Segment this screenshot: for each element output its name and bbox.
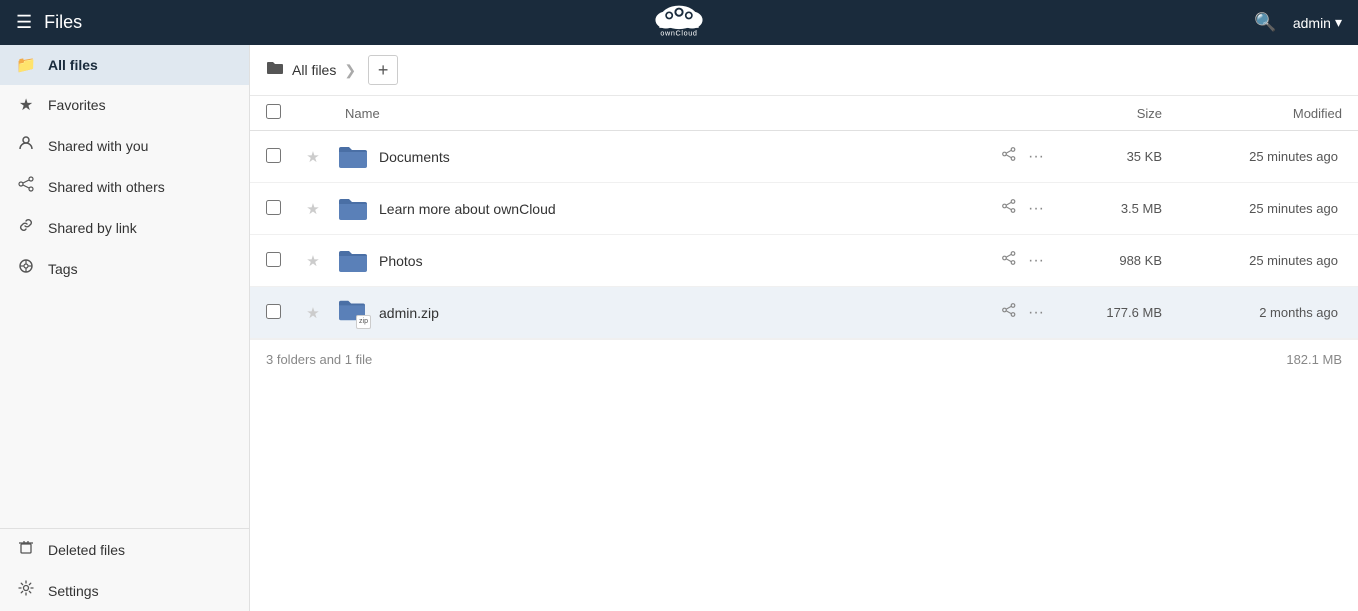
table-row: ★ Documents ··· 35 KB25 minutes ago	[250, 131, 1358, 183]
sidebar: 📁 All files ★ Favorites Shared with you	[0, 45, 250, 611]
file-name-cell: Documents	[329, 143, 958, 171]
sidebar-item-label: Shared with you	[48, 138, 148, 154]
folder-icon	[337, 143, 369, 171]
row-checkbox[interactable]	[266, 148, 281, 163]
row-checkbox[interactable]	[266, 200, 281, 215]
breadcrumb-text: All files	[292, 62, 336, 78]
file-size: 3.5 MB	[1058, 183, 1178, 235]
share-button[interactable]	[996, 299, 1022, 326]
breadcrumb-folder-icon	[266, 60, 284, 81]
footer-summary: 3 folders and 1 file	[266, 352, 372, 367]
file-modified: 25 minutes ago	[1178, 235, 1358, 287]
file-name-cell: Photos	[329, 247, 958, 275]
folder-icon	[337, 195, 369, 223]
sidebar-item-shared-by-link[interactable]: Shared by link	[0, 207, 249, 248]
sidebar-item-label: Shared with others	[48, 179, 165, 195]
file-size: 988 KB	[1058, 235, 1178, 287]
star-button[interactable]: ★	[297, 287, 329, 339]
sidebar-item-favorites[interactable]: ★ Favorites	[0, 85, 249, 125]
menu-icon[interactable]: ☰	[16, 12, 32, 33]
share-out-icon	[16, 176, 36, 197]
row-actions: ···	[958, 235, 1058, 287]
app-title: Files	[44, 12, 82, 33]
more-actions-button[interactable]: ···	[1022, 144, 1050, 170]
col-header-size: Size	[1058, 96, 1178, 131]
file-modified: 25 minutes ago	[1178, 131, 1358, 183]
share-button[interactable]	[996, 143, 1022, 170]
trash-icon	[16, 539, 36, 560]
share-button[interactable]	[996, 247, 1022, 274]
sidebar-item-label: All files	[48, 57, 98, 73]
col-header-modified: Modified	[1178, 96, 1358, 131]
user-menu[interactable]: admin ▾	[1293, 14, 1342, 31]
table-row: ★ Learn more about ownCloud ··· 3.5 MB25 …	[250, 183, 1358, 235]
row-checkbox[interactable]	[266, 304, 281, 319]
select-all-checkbox[interactable]	[266, 104, 281, 119]
share-in-icon	[16, 135, 36, 156]
more-actions-button[interactable]: ···	[1022, 196, 1050, 222]
file-name-cell: Learn more about ownCloud	[329, 195, 958, 223]
settings-icon	[16, 580, 36, 601]
folder-icon: 📁	[16, 55, 36, 75]
sidebar-item-shared-with-you[interactable]: Shared with you	[0, 125, 249, 166]
file-name-cell: zip admin.zip	[329, 297, 958, 329]
table-header-row: Name Size Modified	[250, 96, 1358, 131]
file-name-text[interactable]: Learn more about ownCloud	[379, 201, 556, 217]
row-actions: ···	[958, 131, 1058, 183]
file-table: Name Size Modified ★ Documents ···35 KB2…	[250, 96, 1358, 339]
star-button[interactable]: ★	[297, 131, 329, 183]
svg-text:ownCloud: ownCloud	[660, 29, 697, 38]
star-button[interactable]: ★	[297, 183, 329, 235]
row-checkbox[interactable]	[266, 252, 281, 267]
breadcrumb-arrow: ❯	[344, 62, 356, 79]
tag-icon	[16, 258, 36, 279]
share-button[interactable]	[996, 195, 1022, 222]
sidebar-item-settings[interactable]: Settings	[0, 570, 249, 611]
more-actions-button[interactable]: ···	[1022, 248, 1050, 274]
link-icon	[16, 217, 36, 238]
folder-icon	[337, 247, 369, 275]
file-size: 177.6 MB	[1058, 287, 1178, 339]
sidebar-item-deleted-files[interactable]: Deleted files	[0, 529, 249, 570]
file-footer: 3 folders and 1 file 182.1 MB	[250, 339, 1358, 379]
sidebar-item-label: Tags	[48, 261, 78, 277]
file-modified: 25 minutes ago	[1178, 183, 1358, 235]
sidebar-item-label: Favorites	[48, 97, 106, 113]
table-row: ★ Photos ··· 988 KB25 minutes ago	[250, 235, 1358, 287]
file-name-text[interactable]: Documents	[379, 149, 450, 165]
sidebar-item-tags[interactable]: Tags	[0, 248, 249, 289]
row-actions: ···	[958, 183, 1058, 235]
breadcrumb-bar: All files ❯ +	[250, 45, 1358, 96]
file-modified: 2 months ago	[1178, 287, 1358, 339]
zip-badge: zip	[356, 315, 371, 329]
file-name-text[interactable]: Photos	[379, 253, 423, 269]
topbar: ☰ Files ownCloud 🔍 admin ▾	[0, 0, 1358, 45]
zip-file-icon: zip	[337, 297, 369, 329]
sidebar-item-shared-with-others[interactable]: Shared with others	[0, 166, 249, 207]
row-actions: ···	[958, 287, 1058, 339]
logo: ownCloud	[639, 3, 719, 42]
file-size: 35 KB	[1058, 131, 1178, 183]
file-name-text[interactable]: admin.zip	[379, 305, 439, 321]
star-icon: ★	[16, 95, 36, 115]
sidebar-item-label: Deleted files	[48, 542, 125, 558]
sidebar-item-label: Settings	[48, 583, 99, 599]
content-area: All files ❯ + Name Size Modified	[250, 45, 1358, 611]
more-actions-button[interactable]: ···	[1022, 300, 1050, 326]
search-icon[interactable]: 🔍	[1254, 12, 1276, 33]
main-layout: 📁 All files ★ Favorites Shared with you	[0, 45, 1358, 611]
footer-total-size: 182.1 MB	[1286, 352, 1342, 367]
star-button[interactable]: ★	[297, 235, 329, 287]
table-row: ★ zip admin.zip ··· 177.6 MB2 months ago	[250, 287, 1358, 339]
sidebar-item-label: Shared by link	[48, 220, 137, 236]
col-header-name: Name	[329, 96, 958, 131]
sidebar-item-all-files[interactable]: 📁 All files	[0, 45, 249, 85]
add-button[interactable]: +	[368, 55, 398, 85]
